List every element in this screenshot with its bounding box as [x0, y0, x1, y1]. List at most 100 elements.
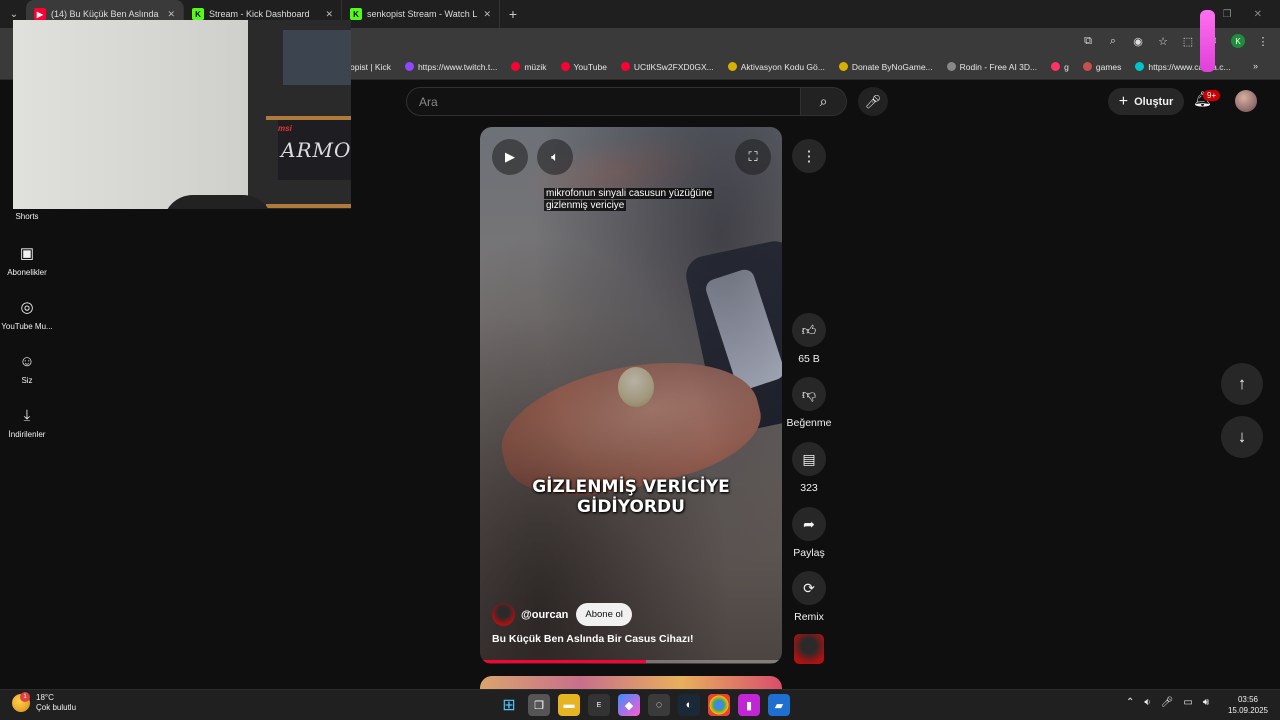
more-bookmarks-icon[interactable]: »: [1253, 61, 1258, 71]
shorts-player[interactable]: ▶ 🔈︎ ⛶ mikrofonun sinyali casusun yüzüğü…: [480, 127, 782, 664]
bynogame-icon: [727, 62, 737, 71]
new-tab-button[interactable]: +: [500, 6, 526, 22]
fullscreen-button[interactable]: ⛶: [735, 139, 771, 175]
bookmark-item[interactable]: UCtlKSw2FXD0GX...: [620, 62, 714, 72]
sidebar-item-downloads[interactable]: ⤓ İndirilenler: [0, 406, 54, 439]
play-button[interactable]: ▶: [492, 139, 528, 175]
video-progress-bar[interactable]: [480, 660, 782, 663]
subscribe-button[interactable]: Abone ol: [576, 603, 632, 626]
bookmark-item[interactable]: opist | Kick: [350, 62, 391, 72]
tracking-blocked-icon[interactable]: ◉: [1131, 35, 1145, 48]
bookmark-star-icon[interactable]: ☆: [1156, 35, 1170, 48]
display-icon[interactable]: ▭: [1183, 697, 1192, 708]
bookmark-item[interactable]: Donate ByNoGame...: [838, 61, 933, 72]
webcam-brand-armor: ARMOR: [281, 138, 351, 162]
twitch-icon: [404, 62, 414, 71]
mute-button[interactable]: 🔈︎: [537, 139, 573, 175]
bookmark-item[interactable]: Rodin - Free AI 3D...: [946, 62, 1037, 72]
channel-name[interactable]: @ourcan: [521, 609, 568, 621]
search-icon: ⌕: [819, 93, 828, 109]
epic-games-icon[interactable]: E: [588, 694, 610, 716]
window-controls: ❐ ✕: [1223, 0, 1280, 28]
weather-widget[interactable]: 1 18°C Çok bulutlu: [12, 692, 76, 713]
bookmark-label: YouTube: [573, 61, 607, 72]
like-button[interactable]: 👍︎: [792, 313, 826, 347]
like-action: 👍︎ 65 B: [778, 313, 840, 365]
bookmark-item[interactable]: https://www.twitch.t...: [404, 61, 498, 72]
search-button[interactable]: ⌕: [800, 87, 847, 116]
mic-tray-icon[interactable]: 🎤︎: [1161, 697, 1174, 708]
bookmark-item[interactable]: https://www.canva.c...: [1135, 61, 1231, 72]
more-options-button[interactable]: ⋮: [792, 139, 826, 173]
tab-close-icon[interactable]: ✕: [325, 9, 333, 20]
plus-icon: +: [1118, 92, 1129, 110]
dislike-button[interactable]: 👎︎: [792, 377, 826, 411]
tray-overflow-icon[interactable]: ⌃: [1126, 697, 1134, 708]
dislike-action: 👎︎ Beğenme: [778, 377, 840, 429]
folder-icon: [1082, 62, 1092, 71]
more-vertical-icon: ⋮: [801, 148, 817, 165]
tab-close-icon[interactable]: ✕: [483, 9, 491, 20]
sidebar-item-you[interactable]: ☺ Siz: [0, 352, 54, 385]
video-progress-fill: [480, 660, 647, 663]
sidebar-item-label: YouTube Mu...: [1, 322, 53, 331]
bookmark-item[interactable]: YouTube: [560, 61, 607, 72]
restore-icon[interactable]: ❐: [1223, 9, 1232, 20]
fullscreen-icon: ⛶: [748, 149, 758, 164]
browser-menu-icon[interactable]: ⋮: [1256, 35, 1270, 48]
store-icon[interactable]: ▰: [768, 694, 790, 716]
account-avatar[interactable]: [1235, 90, 1257, 112]
thumbs-down-icon: 👎︎: [801, 385, 817, 402]
sidebar-item-shorts[interactable]: Shorts: [0, 212, 54, 221]
bookmark-item[interactable]: Aktivasyon Kodu Gö...: [727, 62, 825, 72]
previous-short-button[interactable]: ↑: [1221, 363, 1263, 405]
task-view-icon[interactable]: ❐: [528, 694, 550, 716]
obs-icon[interactable]: ◌: [648, 694, 670, 716]
video-title[interactable]: Bu Küçük Ben Aslında Bir Casus Cihazı!: [492, 633, 693, 645]
bookmark-label: https://www.twitch.t...: [417, 61, 498, 72]
bookmark-label: https://www.canva.c...: [1148, 61, 1231, 72]
system-clock[interactable]: 03:56 15.09.2025: [1226, 694, 1270, 716]
voice-search-button[interactable]: 🎤︎: [858, 87, 888, 116]
profile-avatar[interactable]: K: [1231, 34, 1245, 48]
copilot-icon[interactable]: ◆: [618, 694, 640, 716]
windows-start-icon[interactable]: ⊞: [498, 694, 520, 716]
channel-info: @ourcan Abone ol: [492, 603, 632, 626]
sound-channel-thumbnail[interactable]: [794, 634, 824, 664]
next-short-button[interactable]: ↓: [1221, 416, 1263, 458]
speaker-icon[interactable]: 🔉︎: [1144, 697, 1150, 708]
sidebar-item-label: Abonelikler: [7, 268, 47, 277]
pink-overlay-artifact: [1200, 10, 1215, 72]
extensions-icon[interactable]: ⬚: [1181, 35, 1195, 48]
next-short-preview[interactable]: [480, 676, 782, 690]
chrome-icon[interactable]: [708, 694, 730, 716]
steam-icon[interactable]: ◐: [678, 694, 700, 716]
zoom-icon[interactable]: ⌕: [1106, 35, 1120, 48]
file-explorer-icon[interactable]: ▬: [558, 694, 580, 716]
volume-tray-icon[interactable]: 🔊︎: [1203, 697, 1209, 708]
subscriptions-icon: ▣: [19, 245, 35, 262]
share-button[interactable]: ➦: [792, 507, 826, 541]
channel-avatar[interactable]: [492, 603, 515, 626]
bookmark-item[interactable]: games: [1082, 62, 1121, 72]
comments-button[interactable]: ▤: [792, 442, 826, 476]
create-button[interactable]: + Oluştur: [1108, 88, 1184, 115]
sidebar-item-subscriptions[interactable]: ▣ Abonelikler: [0, 244, 54, 277]
tab-close-icon[interactable]: ✕: [167, 9, 175, 20]
bookmark-label: Donate ByNoGame...: [851, 61, 933, 72]
youtube-icon: ▶: [34, 8, 46, 20]
search-input[interactable]: Ara: [406, 87, 801, 116]
app-icon[interactable]: ▮: [738, 694, 760, 716]
tab-kick-stream[interactable]: K senkopist Stream - Watch Live o ✕: [342, 0, 500, 28]
video-caption: mikrofonun sinyali casusun yüzüğüne gizl…: [544, 188, 719, 212]
weather-badge: 1: [20, 692, 30, 702]
sidebar-item-youtube-music[interactable]: ◎ YouTube Mu...: [0, 298, 54, 331]
remix-label: Remix: [794, 611, 824, 623]
bookmark-label: opist | Kick: [350, 61, 391, 72]
windows-taskbar: 1 18°C Çok bulutlu ⊞ ❐ ▬ E ◆ ◌ ◐ ▮ ▰ ⌃ 🔉…: [0, 689, 1280, 720]
close-window-icon[interactable]: ✕: [1254, 9, 1262, 20]
bookmark-item[interactable]: müzik: [511, 62, 547, 72]
remix-button[interactable]: ⟳: [792, 571, 826, 605]
install-app-icon[interactable]: ⧉: [1081, 35, 1095, 48]
bookmark-item[interactable]: g: [1051, 62, 1069, 72]
